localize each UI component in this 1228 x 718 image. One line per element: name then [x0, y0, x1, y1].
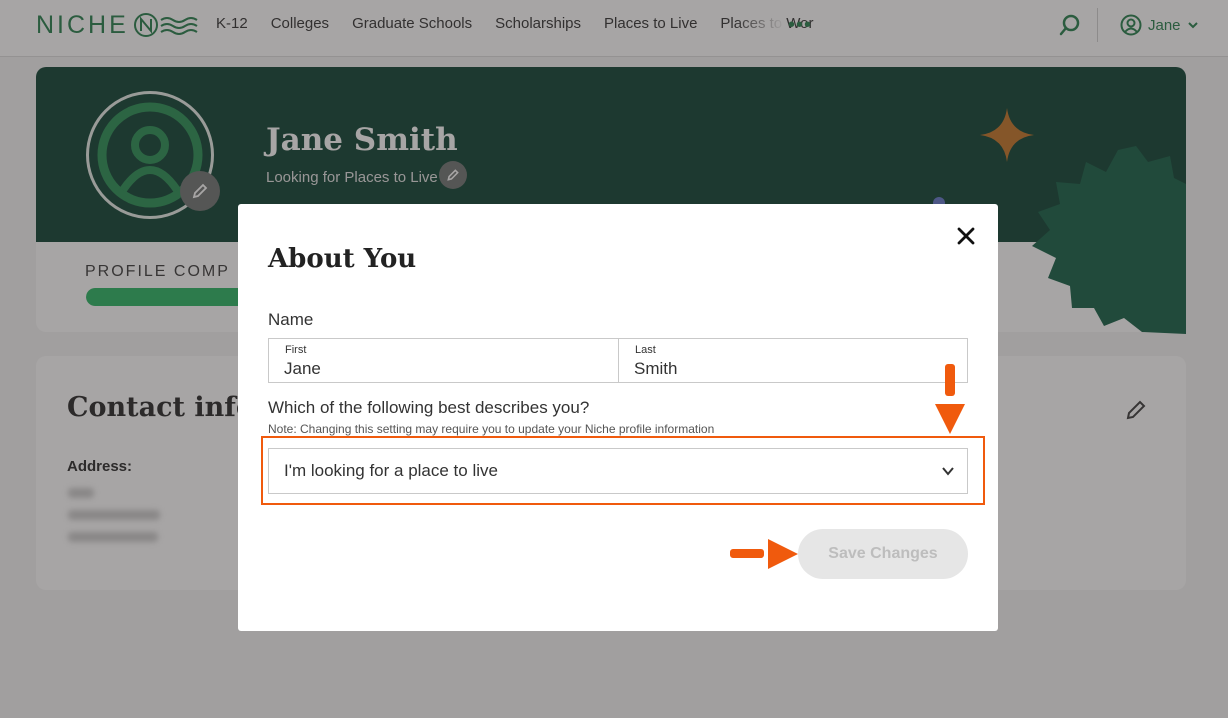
selected-option: I'm looking for a place to live: [284, 461, 498, 480]
describes-you-select[interactable]: I'm looking for a place to live: [268, 448, 968, 494]
describes-you-note: Note: Changing this setting may require …: [268, 422, 715, 436]
close-icon: [957, 227, 975, 245]
chevron-down-icon: [942, 467, 954, 476]
name-label: Name: [268, 310, 314, 329]
name-field-group: First Last: [268, 338, 968, 383]
first-name-label: First: [285, 344, 307, 356]
about-you-dialog: About You Name First Last Which of the f…: [238, 204, 998, 631]
last-name-field[interactable]: Last: [618, 339, 967, 382]
first-name-input[interactable]: [284, 358, 604, 380]
last-name-input[interactable]: [634, 358, 954, 380]
close-button[interactable]: [952, 222, 980, 250]
dialog-title: About You: [268, 244, 417, 274]
describes-you-question: Which of the following best describes yo…: [268, 398, 590, 417]
annotation-arrow-down-icon: [935, 364, 965, 434]
annotation-arrow-right-icon: [730, 539, 798, 569]
first-name-field[interactable]: First: [269, 339, 618, 382]
save-changes-button[interactable]: Save Changes: [798, 529, 968, 579]
last-name-label: Last: [635, 344, 656, 356]
